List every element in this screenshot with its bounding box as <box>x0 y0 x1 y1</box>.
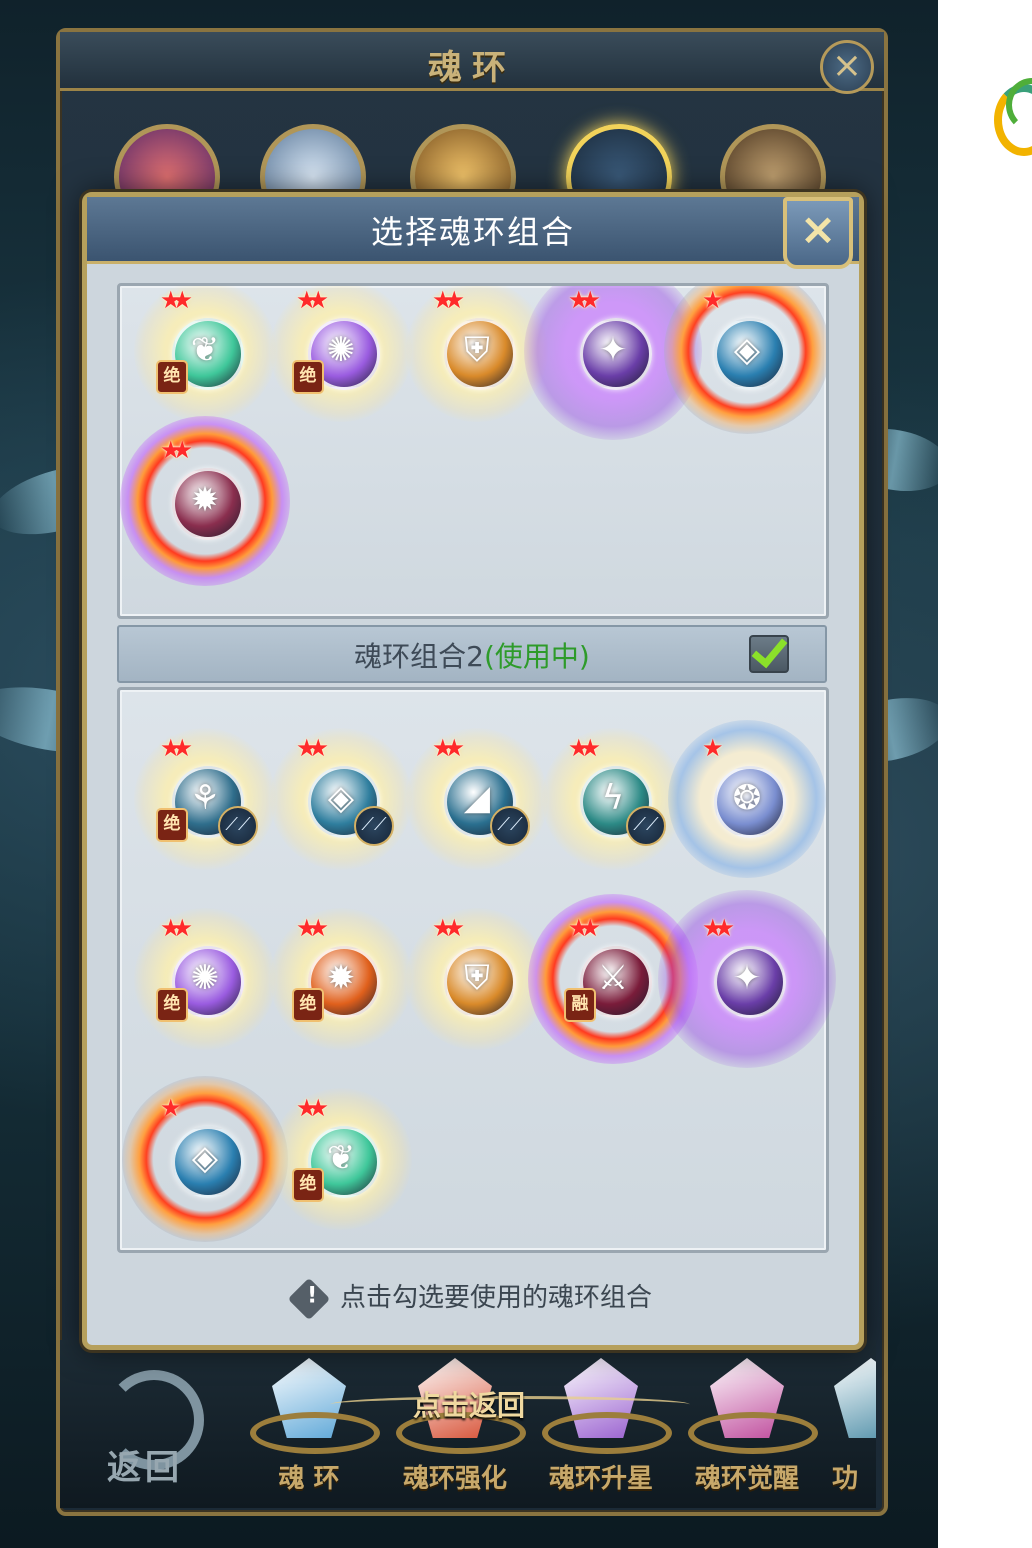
ring-symbol-icon: ◈ <box>191 1138 219 1178</box>
star-icon: ★★ <box>160 286 193 314</box>
star-icon: ★ <box>702 734 723 762</box>
ring-badge: 绝 <box>292 1168 324 1202</box>
tap-to-return-text[interactable]: 点击返回 <box>0 1384 938 1424</box>
ring-symbol-icon: ❂ <box>732 778 762 818</box>
soul-ring-item[interactable]: ◈ ★★ ⟋⟋ <box>270 728 412 870</box>
ring-symbol-icon: ⛨ <box>464 330 490 370</box>
hint-text: 点击勾选要使用的魂环组合 <box>339 1283 652 1313</box>
star-icon: ★★ <box>160 436 193 464</box>
star-icon: ★★ <box>568 286 601 314</box>
ring-combo-1-panel[interactable]: ❦ ★★ 绝 ✺ ★★ 绝 ⛨ ★★ ✦ ★★ ◈ ★ ✹ ★★ <box>117 283 829 619</box>
soul-ring-item[interactable]: ❦ ★★ 绝 <box>134 286 276 422</box>
tab-soul-ring-awaken[interactable]: 魂环觉醒 <box>678 1350 818 1500</box>
claw-trait-icon: ⟋⟋ <box>490 806 530 846</box>
star-icon: ★★ <box>432 914 465 942</box>
ring-badge: 绝 <box>156 988 188 1022</box>
combo-label: 魂环组合2(使用中) <box>119 635 825 675</box>
soul-ring-item[interactable]: ✦ ★★ <box>524 286 702 440</box>
soul-ring-item[interactable]: ⚘ ★★ 绝 ⟋⟋ <box>134 728 276 870</box>
soul-ring-item[interactable]: ❦ ★★ 绝 <box>270 1088 412 1230</box>
game-viewport: 魂环 × 45 44 70 71 45 返回 魂 环 魂环强化 魂环升星 魂环觉… <box>0 0 938 1548</box>
star-icon: ★★ <box>296 286 329 314</box>
app-logo <box>994 78 1032 156</box>
tab-soul-ring-enhance[interactable]: 魂环强化 <box>386 1350 526 1500</box>
star-icon: ★★ <box>296 1094 329 1122</box>
dialog-close-button[interactable]: × <box>783 197 853 269</box>
dialog-header: 选择魂环组合 × <box>87 197 859 269</box>
tab-soul-ring-star-up[interactable]: 魂环升星 <box>532 1350 672 1500</box>
star-icon: ★★ <box>568 734 601 762</box>
exclamation-glyph: ! <box>307 1282 318 1308</box>
hint-text-row: ! 点击勾选要使用的魂环组合 <box>87 1277 859 1320</box>
claw-trait-icon: ⟋⟋ <box>218 806 258 846</box>
tab-label: 魂 环 <box>278 1464 340 1494</box>
back-label: 返回 <box>107 1448 183 1488</box>
tab-partial[interactable]: 功 <box>824 1350 876 1500</box>
star-icon: ★★ <box>568 914 601 942</box>
ring-symbol-icon: ✹ <box>190 480 220 520</box>
ring-badge: 绝 <box>156 808 188 842</box>
window-title: 魂环 <box>428 48 516 88</box>
tab-label: 魂环升星 <box>548 1464 653 1494</box>
soul-ring-item[interactable]: ⛨ ★★ <box>406 908 548 1050</box>
star-icon: ★★ <box>432 734 465 762</box>
star-icon: ★ <box>160 1094 181 1122</box>
soul-ring-item[interactable]: ✹ ★★ 绝 <box>270 908 412 1050</box>
soul-ring-item[interactable]: ⚔ ★★ 融 <box>528 894 698 1064</box>
star-icon: ★★ <box>160 734 193 762</box>
claw-trait-icon: ⟋⟋ <box>354 806 394 846</box>
ring-symbol-icon: ◈ <box>733 330 761 370</box>
soul-ring-item[interactable]: ✹ ★★ <box>120 416 290 586</box>
star-icon: ★★ <box>160 914 193 942</box>
tab-label: 魂环强化 <box>402 1464 507 1494</box>
star-icon: ★★ <box>296 734 329 762</box>
soul-ring-item[interactable]: ◈ ★ <box>122 1076 288 1242</box>
soul-ring-item[interactable]: ⛨ ★★ <box>406 286 548 422</box>
ring-combo-2-panel[interactable]: ⚘ ★★ 绝 ⟋⟋ ◈ ★★ ⟋⟋ ◢ ★★ ⟋⟋ ϟ ★★ ⟋⟋ ❂ ★ ✺ ★★ 绝 ✹ ★★ 绝 ⛨ ★★ ⚔ ★★ 融 ✦ ★… <box>117 687 836 1253</box>
exclamation-icon: ! <box>287 1277 331 1320</box>
tab-label: 魂环觉醒 <box>694 1464 799 1494</box>
star-icon: ★★ <box>296 914 329 942</box>
claw-trait-icon: ⟋⟋ <box>626 806 666 846</box>
soul-ring-item[interactable]: ❂ ★ <box>668 720 826 878</box>
dialog-title: 选择魂环组合 <box>370 213 575 251</box>
soul-ring-item[interactable]: ✺ ★★ 绝 <box>134 908 276 1050</box>
star-icon: ★★ <box>432 286 465 314</box>
soul-ring-item[interactable]: ◢ ★★ ⟋⟋ <box>406 728 548 870</box>
star-icon: ★ <box>702 286 723 314</box>
star-icon: ★★ <box>702 914 735 942</box>
ring-symbol-icon: ✦ <box>598 330 628 370</box>
soul-ring-item[interactable]: ◈ ★ <box>664 286 826 434</box>
combo-name: 魂环组合2 <box>354 640 484 673</box>
ring-badge: 绝 <box>292 360 324 394</box>
ring-symbol-icon: ⛨ <box>464 958 490 998</box>
ring-badge: 绝 <box>156 360 188 394</box>
ring-badge: 融 <box>564 988 596 1022</box>
soul-ring-item[interactable]: ϟ ★★ ⟋⟋ <box>542 728 684 870</box>
combo-checkbox[interactable] <box>749 635 789 673</box>
soul-ring-item[interactable]: ✦ ★★ <box>658 890 836 1068</box>
bottom-navigation: 返回 魂 环 魂环强化 魂环升星 魂环觉醒 功 <box>60 1340 876 1508</box>
window-header: 魂环 × <box>60 32 884 94</box>
tab-soul-ring[interactable]: 魂 环 <box>240 1350 380 1500</box>
select-combo-dialog: 选择魂环组合 × ❦ ★★ 绝 ✺ ★★ 绝 ⛨ ★★ ✦ ★★ ◈ ★ ✹ ★★ 魂环组合2(使用中) … <box>82 192 864 1350</box>
soul-ring-item[interactable]: ✺ ★★ 绝 <box>270 286 412 422</box>
ring-combo-2-header[interactable]: 魂环组合2(使用中) <box>117 625 827 683</box>
ring-symbol-icon: ✦ <box>732 958 762 998</box>
window-close-button[interactable]: × <box>820 40 874 94</box>
combo-status: (使用中) <box>483 640 590 673</box>
ring-badge: 绝 <box>292 988 324 1022</box>
tab-label: 功 <box>832 1464 859 1494</box>
